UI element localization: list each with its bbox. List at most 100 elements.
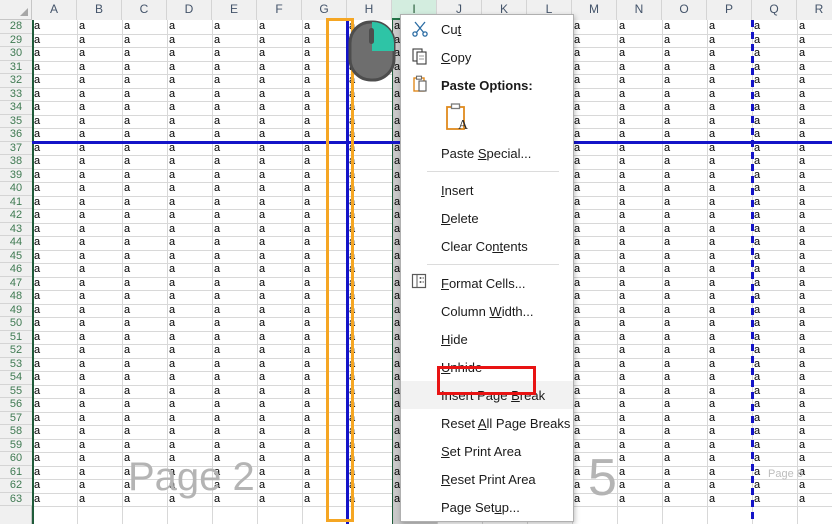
- cell-E47[interactable]: a: [212, 277, 257, 290]
- cell-P32[interactable]: a: [707, 74, 752, 87]
- cell-F47[interactable]: a: [257, 277, 302, 290]
- cell-B52[interactable]: a: [77, 344, 122, 357]
- cell-C29[interactable]: a: [122, 34, 167, 47]
- cell-R35[interactable]: a: [797, 115, 832, 128]
- row-header-46[interactable]: 46: [0, 263, 32, 277]
- row-header-32[interactable]: 32: [0, 74, 32, 88]
- cell-E59[interactable]: a: [212, 439, 257, 452]
- cell-R52[interactable]: a: [797, 344, 832, 357]
- cell-Q54[interactable]: a: [752, 371, 797, 384]
- cell-R30[interactable]: a: [797, 47, 832, 60]
- cell-E46[interactable]: a: [212, 263, 257, 276]
- cell-D34[interactable]: a: [167, 101, 212, 114]
- cell-R38[interactable]: a: [797, 155, 832, 168]
- cell-M62[interactable]: a: [572, 479, 617, 492]
- row-header-28[interactable]: 28: [0, 20, 32, 34]
- cell-A42[interactable]: a: [32, 209, 77, 222]
- cell-D54[interactable]: a: [167, 371, 212, 384]
- cell-N47[interactable]: a: [617, 277, 662, 290]
- cell-E63[interactable]: a: [212, 493, 257, 506]
- row-header-31[interactable]: 31: [0, 60, 32, 74]
- cell-O53[interactable]: a: [662, 358, 707, 371]
- cell-F56[interactable]: a: [257, 398, 302, 411]
- cell-D43[interactable]: a: [167, 223, 212, 236]
- cell-P59[interactable]: a: [707, 439, 752, 452]
- cell-F43[interactable]: a: [257, 223, 302, 236]
- cell-B36[interactable]: a: [77, 128, 122, 141]
- cell-P52[interactable]: a: [707, 344, 752, 357]
- cell-Q40[interactable]: a: [752, 182, 797, 195]
- menu-item-set-print-area[interactable]: Set Print Area: [401, 437, 573, 465]
- cell-P35[interactable]: a: [707, 115, 752, 128]
- cell-R42[interactable]: a: [797, 209, 832, 222]
- cell-O43[interactable]: a: [662, 223, 707, 236]
- cell-B54[interactable]: a: [77, 371, 122, 384]
- cell-E28[interactable]: a: [212, 20, 257, 33]
- cell-Q28[interactable]: a: [752, 20, 797, 33]
- cell-R53[interactable]: a: [797, 358, 832, 371]
- row-header-55[interactable]: 55: [0, 384, 32, 398]
- cell-A55[interactable]: a: [32, 385, 77, 398]
- cell-E31[interactable]: a: [212, 61, 257, 74]
- cell-B45[interactable]: a: [77, 250, 122, 263]
- cell-B44[interactable]: a: [77, 236, 122, 249]
- row-header-37[interactable]: 37: [0, 141, 32, 155]
- cell-D48[interactable]: a: [167, 290, 212, 303]
- cell-R63[interactable]: a: [797, 493, 832, 506]
- cell-N36[interactable]: a: [617, 128, 662, 141]
- cell-D31[interactable]: a: [167, 61, 212, 74]
- cell-E40[interactable]: a: [212, 182, 257, 195]
- cell-C28[interactable]: a: [122, 20, 167, 33]
- cell-Q46[interactable]: a: [752, 263, 797, 276]
- cell-B41[interactable]: a: [77, 196, 122, 209]
- cell-E41[interactable]: a: [212, 196, 257, 209]
- cell-R50[interactable]: a: [797, 317, 832, 330]
- cell-Q52[interactable]: a: [752, 344, 797, 357]
- cell-A52[interactable]: a: [32, 344, 77, 357]
- cell-Q43[interactable]: a: [752, 223, 797, 236]
- cell-M45[interactable]: a: [572, 250, 617, 263]
- cell-M49[interactable]: a: [572, 304, 617, 317]
- cell-M29[interactable]: a: [572, 34, 617, 47]
- cell-C46[interactable]: a: [122, 263, 167, 276]
- cell-M55[interactable]: a: [572, 385, 617, 398]
- cell-D42[interactable]: a: [167, 209, 212, 222]
- cell-C55[interactable]: a: [122, 385, 167, 398]
- row-header-50[interactable]: 50: [0, 317, 32, 331]
- cell-M32[interactable]: a: [572, 74, 617, 87]
- row-header-54[interactable]: 54: [0, 371, 32, 385]
- cell-F60[interactable]: a: [257, 452, 302, 465]
- cell-R44[interactable]: a: [797, 236, 832, 249]
- cell-R36[interactable]: a: [797, 128, 832, 141]
- cell-O63[interactable]: a: [662, 493, 707, 506]
- cell-N33[interactable]: a: [617, 88, 662, 101]
- cell-N63[interactable]: a: [617, 493, 662, 506]
- cell-E34[interactable]: a: [212, 101, 257, 114]
- cell-D51[interactable]: a: [167, 331, 212, 344]
- cell-Q45[interactable]: a: [752, 250, 797, 263]
- cell-N51[interactable]: a: [617, 331, 662, 344]
- cell-O61[interactable]: a: [662, 466, 707, 479]
- cell-Q58[interactable]: a: [752, 425, 797, 438]
- select-all-corner[interactable]: [0, 0, 32, 20]
- row-header-59[interactable]: 59: [0, 438, 32, 452]
- row-header-47[interactable]: 47: [0, 276, 32, 290]
- cell-C40[interactable]: a: [122, 182, 167, 195]
- cell-D63[interactable]: a: [167, 493, 212, 506]
- cell-N61[interactable]: a: [617, 466, 662, 479]
- cell-F42[interactable]: a: [257, 209, 302, 222]
- cell-A63[interactable]: a: [32, 493, 77, 506]
- cell-C47[interactable]: a: [122, 277, 167, 290]
- cell-C33[interactable]: a: [122, 88, 167, 101]
- cell-C32[interactable]: a: [122, 74, 167, 87]
- cell-R34[interactable]: a: [797, 101, 832, 114]
- cell-P50[interactable]: a: [707, 317, 752, 330]
- cell-B33[interactable]: a: [77, 88, 122, 101]
- cell-A43[interactable]: a: [32, 223, 77, 236]
- cell-E60[interactable]: a: [212, 452, 257, 465]
- cell-A45[interactable]: a: [32, 250, 77, 263]
- row-header-43[interactable]: 43: [0, 222, 32, 236]
- cell-O33[interactable]: a: [662, 88, 707, 101]
- cell-F36[interactable]: a: [257, 128, 302, 141]
- cell-Q30[interactable]: a: [752, 47, 797, 60]
